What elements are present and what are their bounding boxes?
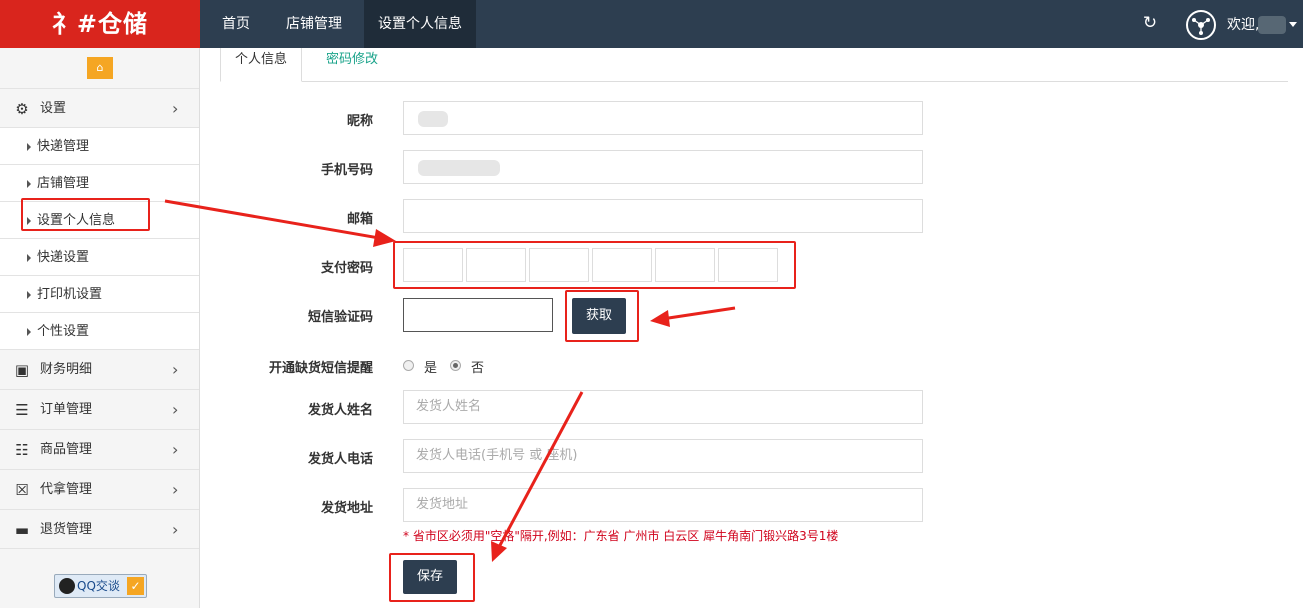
arrow-head (650, 310, 670, 327)
chevron-down-icon[interactable] (1289, 22, 1297, 27)
refresh-icon[interactable]: ↻ (1140, 13, 1160, 33)
sidebar-item-label: 打印机设置 (37, 287, 103, 302)
address-label: 发货地址 (320, 501, 373, 516)
arrow-to-get-code (661, 306, 736, 321)
annotation-box-save (389, 553, 475, 602)
sidebar-subitem-printer-settings[interactable]: 打印机设置 (0, 275, 199, 312)
caret-right-icon (27, 328, 31, 336)
sender-name-label: 发货人姓名 (307, 403, 373, 418)
email-field[interactable] (403, 199, 923, 233)
chevron-right-icon: › (172, 440, 179, 459)
nav-personal-info[interactable]: 设置个人信息 (364, 0, 476, 48)
sender-phone-input[interactable]: 发货人电话(手机号 或 座机) (403, 439, 923, 473)
tab-bar: 个人信息 密码修改 (220, 48, 1288, 82)
nav-shop-management[interactable]: 店铺管理 (272, 0, 356, 48)
phone-label: 手机号码 (320, 163, 373, 178)
chevron-right-icon: › (172, 360, 179, 379)
sidebar-item-returns[interactable]: ▬ 退货管理 › (0, 509, 199, 549)
chevron-right-icon: › (172, 520, 179, 539)
sidebar-item-label: 代拿管理 (40, 482, 93, 497)
pay-password-label: 支付密码 (320, 261, 373, 276)
logo[interactable]: 礻#仓储 (0, 0, 200, 48)
sidebar-item-orders[interactable]: ☰ 订单管理 › (0, 389, 199, 429)
radio-no-label: 否 (471, 361, 485, 376)
sms-code-label: 短信验证码 (307, 310, 373, 325)
sidebar-item-settings[interactable]: ⚙ 设置 › (0, 88, 199, 128)
chevron-right-icon: › (172, 400, 179, 419)
sidebar-subitem-express-settings[interactable]: 快递设置 (0, 238, 199, 275)
sender-name-input[interactable]: 发货人姓名 (403, 390, 923, 424)
annotation-box-get-code (565, 290, 639, 342)
sidebar-subitem-express-management[interactable]: 快递管理 (0, 127, 199, 164)
nickname-field[interactable] (403, 101, 923, 135)
sidebar-item-label: 快递管理 (37, 139, 90, 154)
sidebar-item-label: 商品管理 (40, 442, 93, 457)
address-hint: * 省市区必须用"空格"隔开,例如：广东省 广州市 白云区 犀牛角南门锻兴路3号… (403, 529, 839, 543)
blurred-value (418, 160, 500, 176)
check-icon: ✓ (127, 577, 144, 595)
chevron-right-icon: › (172, 99, 179, 118)
sms-code-input[interactable] (403, 298, 553, 332)
radio-no[interactable] (450, 360, 461, 371)
sidebar-item-label: 个性设置 (37, 324, 90, 339)
chevron-right-icon: › (172, 480, 179, 499)
email-label: 邮箱 (346, 212, 373, 227)
sidebar: ⌂ ⚙ 设置 › 快递管理 店铺管理 设置个人信息 快递设置 打印机设置 个性设… (0, 48, 200, 608)
sidebar-item-label: 店铺管理 (37, 176, 90, 191)
radio-yes-label: 是 (424, 361, 438, 376)
caret-right-icon (27, 143, 31, 151)
caret-right-icon (27, 254, 31, 262)
briefcase-icon: ▣ (14, 361, 30, 379)
tab-personal-info[interactable]: 个人信息 (220, 48, 303, 82)
nav-home[interactable]: 首页 (208, 0, 264, 48)
truck-icon: ▬ (14, 521, 30, 539)
sidebar-item-label: 订单管理 (40, 402, 93, 417)
sidebar-item-label: 快递设置 (37, 250, 90, 265)
welcome-text[interactable]: 欢迎, (1227, 0, 1259, 48)
bars-icon: ☰ (15, 401, 29, 419)
share-network-icon (1192, 18, 1210, 35)
avatar[interactable] (1186, 10, 1216, 40)
blurred-value (418, 111, 448, 127)
phone-field[interactable] (403, 150, 923, 184)
nickname-label: 昵称 (346, 114, 373, 129)
sidebar-item-finance[interactable]: ▣ 财务明细 › (0, 349, 199, 389)
qq-chat-button[interactable]: QQ交谈 ✓ (54, 574, 147, 598)
sender-phone-label: 发货人电话 (307, 452, 373, 467)
username-blurred (1258, 16, 1286, 34)
caret-right-icon (27, 291, 31, 299)
sidebar-item-label: 设置 (40, 101, 67, 116)
stock-sms-label: 开通缺货短信提醒 (268, 361, 373, 376)
address-input[interactable]: 发货地址 (403, 488, 923, 522)
top-nav: 首页 店铺管理 设置个人信息 (200, 0, 476, 48)
radio-yes[interactable] (403, 360, 414, 371)
annotation-box-sidebar (21, 198, 150, 231)
list-icon: ☷ (15, 441, 29, 459)
sidebar-subitem-shop-management[interactable]: 店铺管理 (0, 164, 199, 201)
annotation-box-pay-password (393, 241, 796, 289)
sidebar-item-label: 财务明细 (40, 362, 93, 377)
qq-chat-label: QQ交谈 (77, 579, 120, 593)
arrow-head (491, 541, 507, 562)
sidebar-subitem-personal-settings[interactable]: 个性设置 (0, 312, 199, 349)
gears-icon: ⚙ (15, 100, 29, 118)
top-bar: 礻#仓储 首页 店铺管理 设置个人信息 ↻ 欢迎, (0, 0, 1303, 48)
cart-icon: ☒ (15, 481, 29, 499)
home-icon[interactable]: ⌂ (87, 57, 113, 79)
caret-right-icon (27, 180, 31, 188)
sidebar-item-label: 退货管理 (40, 522, 93, 537)
tab-change-password[interactable]: 密码修改 (312, 48, 392, 82)
sidebar-item-products[interactable]: ☷ 商品管理 › (0, 429, 199, 469)
sidebar-item-proxy-pickup[interactable]: ☒ 代拿管理 › (0, 469, 199, 509)
qq-penguin-icon (59, 578, 75, 594)
